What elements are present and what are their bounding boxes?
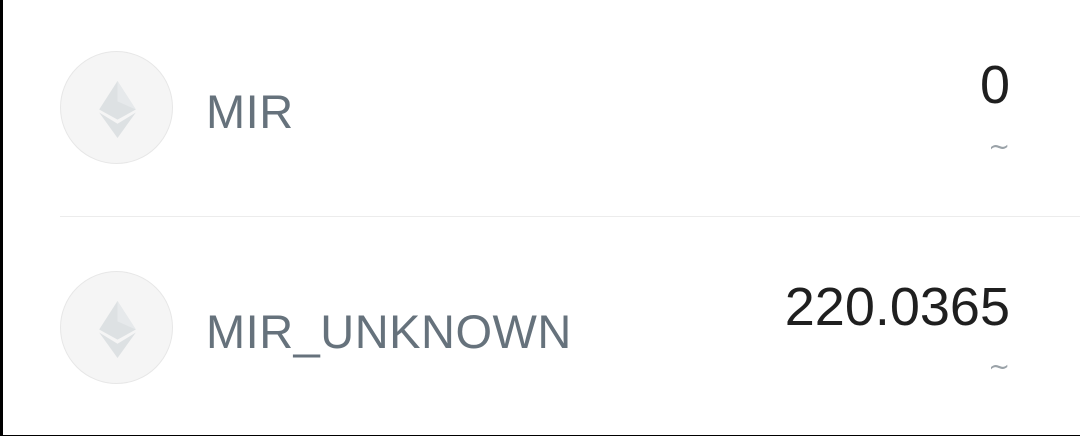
row-divider [60, 216, 1080, 217]
token-balance: 0 [979, 55, 1010, 115]
screen: MIR 0 ~ MIR_UNKNOWN 220.0365 ~ [0, 0, 1080, 435]
token-list: MIR 0 ~ MIR_UNKNOWN 220.0365 ~ [3, 0, 1080, 435]
token-fiat-value: ~ [988, 132, 1010, 162]
token-symbol: MIR [206, 85, 294, 138]
token-row-mir-unknown[interactable]: MIR_UNKNOWN 220.0365 ~ [3, 218, 1080, 436]
ethereum-icon [99, 81, 136, 138]
token-fiat-value: ~ [988, 352, 1010, 382]
token-symbol: MIR_UNKNOWN [206, 305, 572, 358]
ethereum-icon [99, 301, 136, 358]
token-row-mir[interactable]: MIR 0 ~ [3, 0, 1080, 218]
token-balance: 220.0365 [784, 277, 1010, 337]
token-list-panel: MIR 0 ~ MIR_UNKNOWN 220.0365 ~ [3, 0, 1080, 435]
token-avatar [60, 271, 173, 384]
token-avatar [60, 51, 173, 164]
